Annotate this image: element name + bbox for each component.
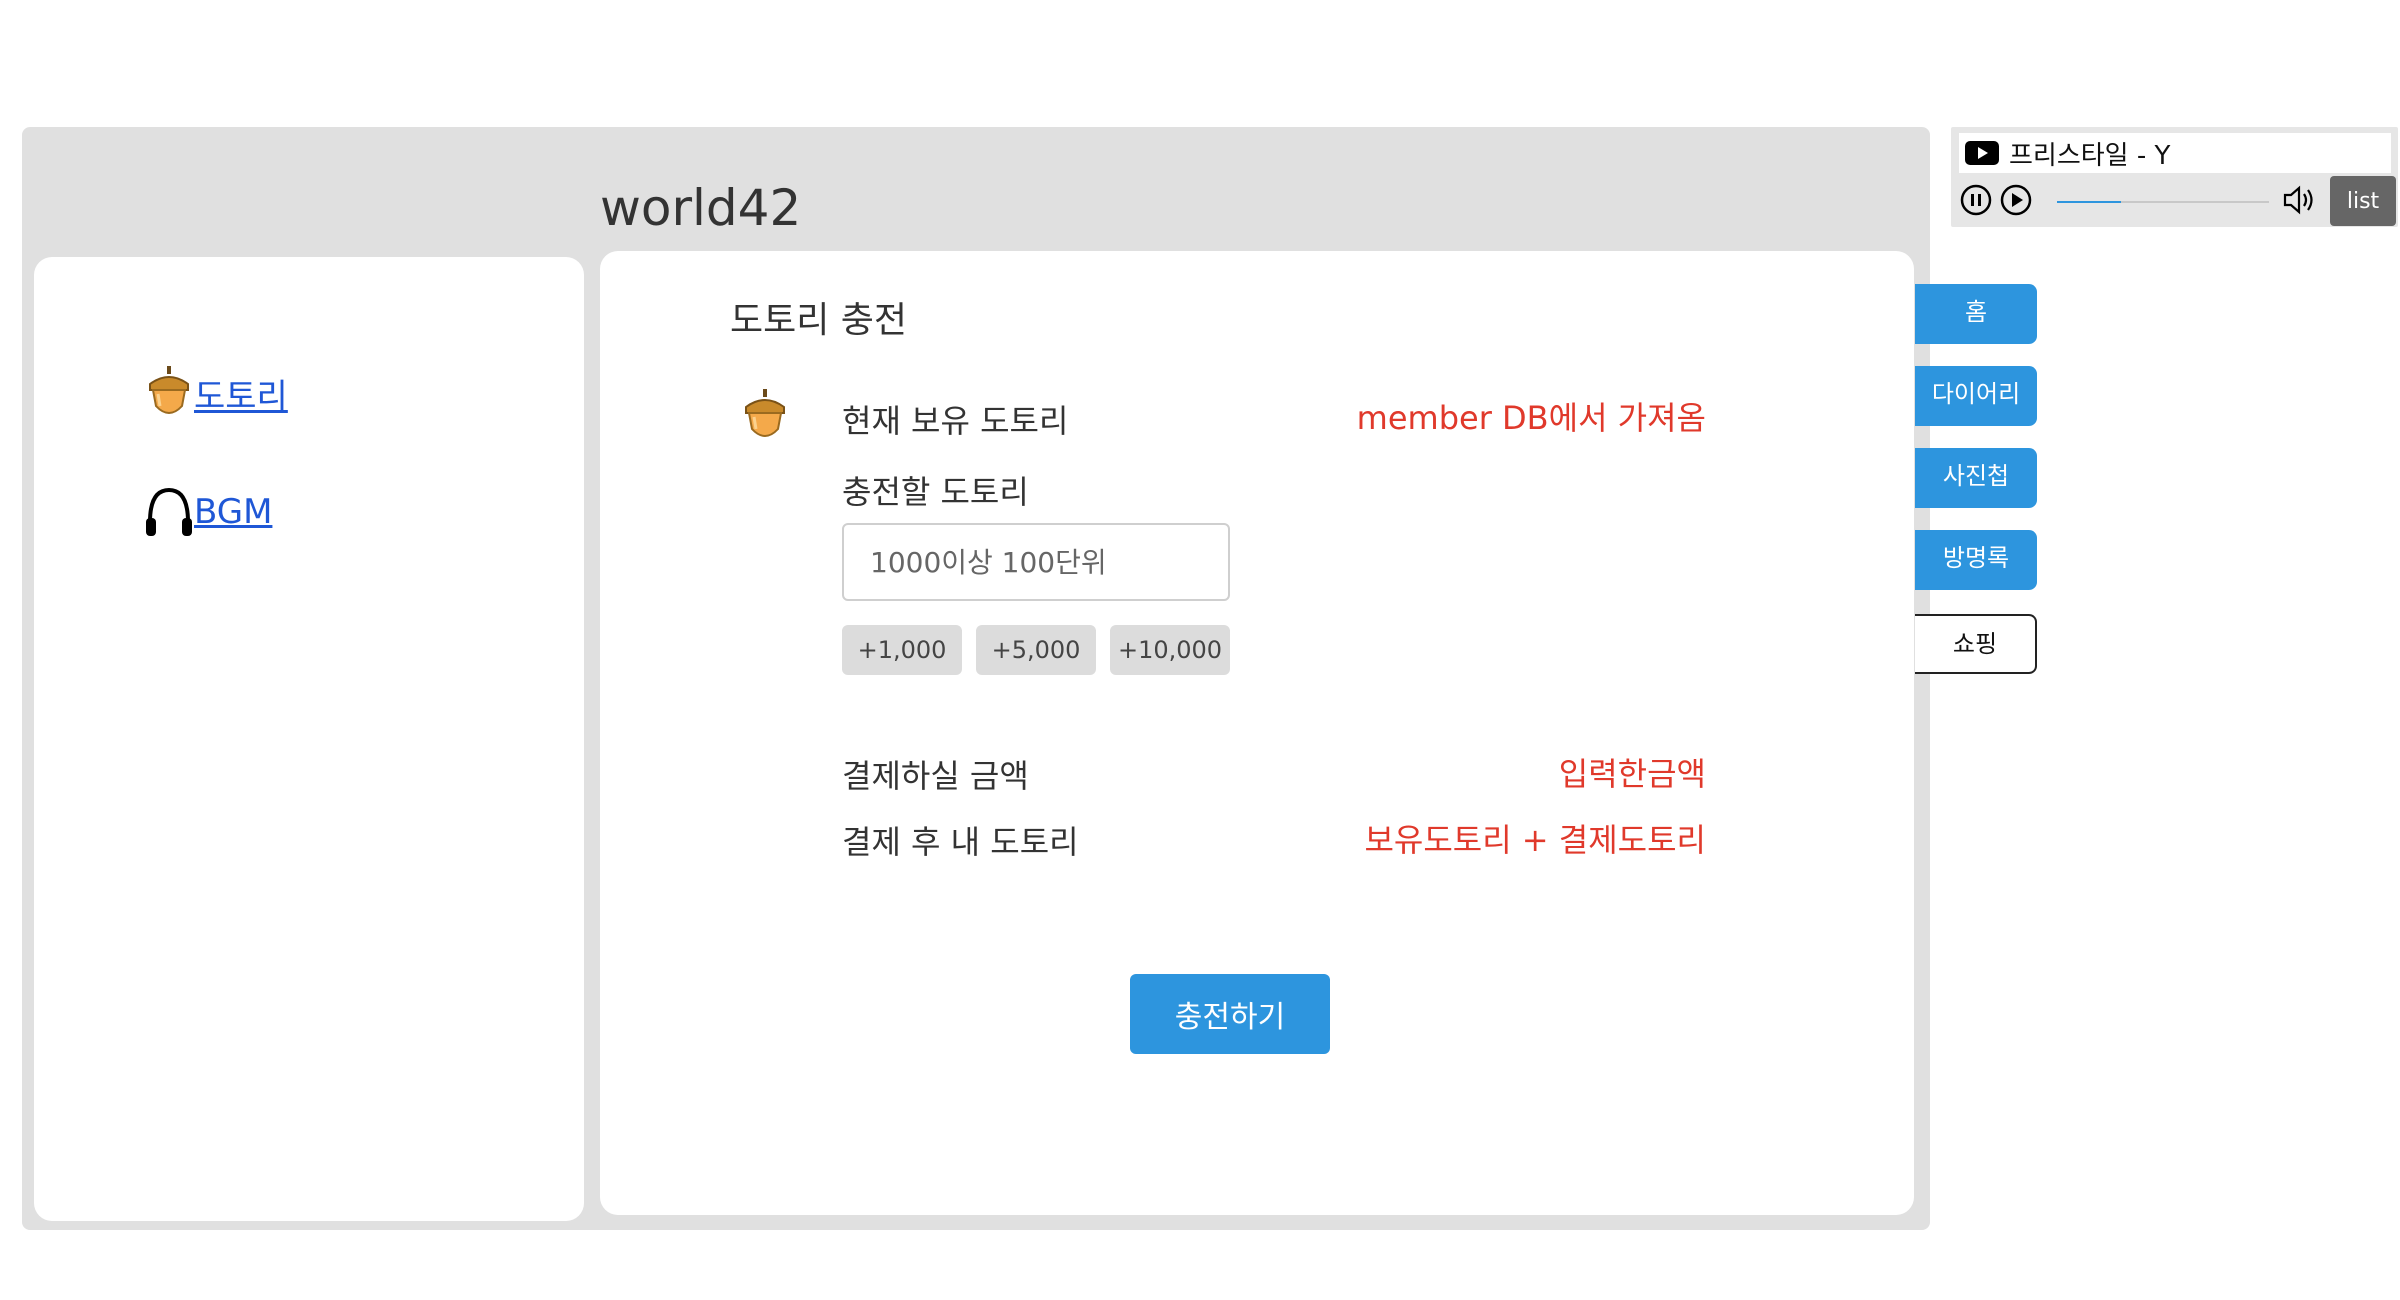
charge-amount-input[interactable] [842, 523, 1230, 601]
tab-shopping[interactable]: 쇼핑 [1915, 614, 2037, 674]
add-5000-button[interactable]: +5,000 [976, 625, 1096, 675]
youtube-icon [1965, 141, 1999, 165]
player-controls [1959, 179, 2389, 223]
progress-bar[interactable] [2057, 201, 2269, 203]
payment-amount-value: 입력한금액 [1558, 755, 1706, 793]
sidebar-item-label[interactable]: 도토리 [194, 369, 288, 418]
sidebar-item-bgm[interactable]: BGM [146, 487, 272, 536]
current-acorn-label: 현재 보유 도토리 [842, 402, 1069, 440]
tab-diary[interactable]: 다이어리 [1915, 366, 2037, 426]
progress-fill [2057, 201, 2121, 203]
site-title: world42 [600, 179, 802, 237]
payment-amount-label: 결제하실 금액 [842, 757, 1029, 795]
pause-icon[interactable] [1959, 183, 1993, 217]
bgm-player: 프리스타일 - Y list [1951, 127, 2398, 227]
add-10000-button[interactable]: +10,000 [1110, 625, 1230, 675]
headphones-icon [146, 487, 192, 536]
charge-amount-label: 충전할 도토리 [842, 473, 1029, 511]
page-title: 도토리 충전 [730, 300, 908, 341]
player-title-bar: 프리스타일 - Y [1959, 133, 2391, 173]
sidebar-panel: 도토리 BGM [34, 257, 584, 1221]
acorn-icon [745, 389, 785, 437]
play-icon[interactable] [1999, 183, 2033, 217]
volume-icon[interactable] [2281, 183, 2317, 217]
charge-button[interactable]: 충전하기 [1130, 974, 1330, 1054]
tab-photos[interactable]: 사진첩 [1915, 448, 2037, 508]
tab-home[interactable]: 홈 [1915, 284, 2037, 344]
tab-guestbook[interactable]: 방명록 [1915, 530, 2037, 590]
sidebar-item-acorn[interactable]: 도토리 [149, 365, 288, 418]
main-panel: 도토리 충전 현재 보유 도토리 member DB에서 가져옴 충전할 도토리… [600, 251, 1914, 1215]
sidebar-item-label[interactable]: BGM [194, 492, 272, 532]
after-payment-label: 결제 후 내 도토리 [842, 823, 1079, 861]
add-1000-button[interactable]: +1,000 [842, 625, 962, 675]
track-title: 프리스타일 - Y [2009, 140, 2171, 171]
playlist-button[interactable]: list [2330, 176, 2396, 226]
after-payment-value: 보유도토리 + 결제도토리 [1364, 821, 1706, 859]
acorn-icon [149, 365, 189, 414]
current-acorn-value: member DB에서 가져옴 [1356, 399, 1706, 437]
